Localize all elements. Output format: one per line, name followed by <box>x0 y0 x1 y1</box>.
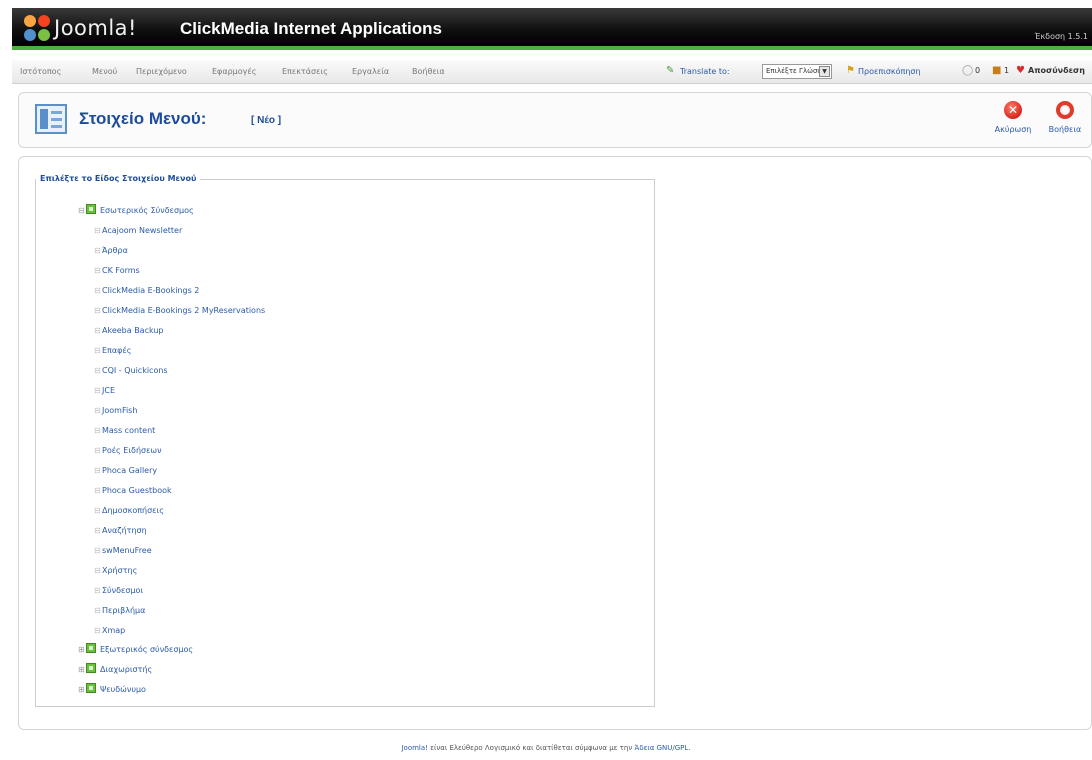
tree-node-internal-link[interactable]: ⊟ Εσωτερικός Σύνδεσμος <box>78 204 194 218</box>
tree-item[interactable]: ⊟ClickMedia E-Bookings 2 MyReservations <box>94 304 265 318</box>
menu-item-page-icon <box>35 104 67 134</box>
tree-item[interactable]: ⊟Phoca Guestbook <box>94 484 172 498</box>
tree-item[interactable]: ⊟JoomFish <box>94 404 137 418</box>
tree-node-external-link[interactable]: ⊞ Εξωτερικός σύνδεσμος <box>78 643 193 657</box>
logo-text: Joomla! <box>54 16 137 40</box>
footer-text: είναι Ελεύθερο Λογισμικό και διατίθεται … <box>430 744 633 752</box>
content-panel: Επιλέξτε το Είδος Στοιχείου Μενού ⊟ Εσωτε… <box>18 156 1092 730</box>
help-button[interactable]: Βοήθεια <box>1045 101 1085 143</box>
joomla-logo-icon <box>24 15 50 41</box>
node-icon: ⊟ <box>94 586 101 595</box>
messages-count[interactable]: 0 <box>975 66 980 75</box>
language-select-value: Επιλέξτε Γλώσσα <box>766 67 827 75</box>
node-icon: ⊟ <box>94 346 101 355</box>
node-icon: ⊟ <box>94 606 101 615</box>
folder-icon <box>86 663 96 673</box>
menu-item-tools[interactable]: Εργαλεία <box>352 67 389 76</box>
tree-item[interactable]: ⊟Phoca Gallery <box>94 464 157 478</box>
menu-item-extensions[interactable]: Επεκτάσεις <box>282 67 328 76</box>
collapse-icon[interactable]: ⊟ <box>78 204 86 218</box>
license-link[interactable]: Άδεια GNU/GPL. <box>634 744 690 752</box>
tree-item[interactable]: ⊟Mass content <box>94 424 155 438</box>
folder-icon <box>86 204 96 214</box>
main-menu-bar: Ιστότοπος Μενού Περιεχόμενο Εφαρμογές Επ… <box>12 60 1092 84</box>
node-icon: ⊟ <box>94 426 101 435</box>
tree-item[interactable]: ⊟Αναζήτηση <box>94 524 147 538</box>
node-icon: ⊟ <box>94 626 101 635</box>
tree-item[interactable]: ⊟Χρήστης <box>94 564 137 578</box>
tree-item[interactable]: ⊟Σύνδεσμοι <box>94 584 143 598</box>
tree-item[interactable]: ⊟Δημοσκοπήσεις <box>94 504 164 518</box>
node-icon: ⊟ <box>94 526 101 535</box>
chevron-down-icon[interactable]: ▼ <box>819 66 830 77</box>
folder-icon <box>86 643 96 653</box>
node-icon: ⊟ <box>94 386 101 395</box>
node-icon: ⊟ <box>94 446 101 455</box>
joomla-admin-window: Joomla! ClickMedia Internet Applications… <box>0 0 1092 760</box>
tree-item[interactable]: ⊟Ροές Ειδήσεων <box>94 444 162 458</box>
lifebuoy-icon <box>1056 101 1074 119</box>
menu-item-help[interactable]: Βοήθεια <box>412 67 445 76</box>
node-icon: ⊟ <box>94 546 101 555</box>
node-icon: ⊟ <box>94 486 101 495</box>
tree-item[interactable]: ⊟CK Forms <box>94 264 140 278</box>
node-icon: ⊟ <box>94 466 101 475</box>
cancel-icon: ✕ <box>1004 101 1022 119</box>
admin-header: Joomla! ClickMedia Internet Applications… <box>12 8 1092 50</box>
logout-icon: ♥ <box>1016 65 1025 76</box>
tree-item[interactable]: ⊟Επαφές <box>94 344 131 358</box>
joomla-link[interactable]: Joomla! <box>401 744 428 752</box>
tree-node-separator[interactable]: ⊞ Διαχωριστής <box>78 663 152 677</box>
messages-icon: ◯ <box>962 65 974 76</box>
version-label: Έκδοση 1.5.1 <box>1034 32 1088 41</box>
cancel-label: Ακύρωση <box>994 125 1032 134</box>
tree-item[interactable]: ⊟Περιβλήμα <box>94 604 145 618</box>
tree-item[interactable]: ⊟Akeeba Backup <box>94 324 164 338</box>
tree-item[interactable]: ⊟JCE <box>94 384 115 398</box>
menu-item-components[interactable]: Εφαρμογές <box>212 67 256 76</box>
tree-item[interactable]: ⊟ClickMedia E-Bookings 2 <box>94 284 199 298</box>
node-icon: ⊟ <box>94 286 101 295</box>
cancel-button[interactable]: ✕ Ακύρωση <box>993 101 1033 143</box>
folder-icon <box>86 683 96 693</box>
help-label: Βοήθεια <box>1048 125 1082 134</box>
preview-icon: ⚑ <box>846 65 855 76</box>
node-icon: ⊟ <box>94 406 101 415</box>
joomla-logo[interactable]: Joomla! <box>24 13 137 43</box>
node-icon: ⊟ <box>94 226 101 235</box>
node-icon: ⊟ <box>94 326 101 335</box>
node-icon: ⊟ <box>94 366 101 375</box>
users-count[interactable]: 1 <box>1004 66 1009 75</box>
preview-link[interactable]: Προεπισκόπηση <box>858 67 921 76</box>
language-select[interactable]: Επιλέξτε Γλώσσα ▼ <box>762 64 832 79</box>
site-name: ClickMedia Internet Applications <box>180 19 442 38</box>
tree-item[interactable]: ⊟Xmap <box>94 624 125 638</box>
translate-label: Translate to: <box>680 67 730 76</box>
node-icon: ⊟ <box>94 566 101 575</box>
node-icon: ⊟ <box>94 246 101 255</box>
node-icon: ⊟ <box>94 266 101 275</box>
tree-node-alias[interactable]: ⊞ Ψευδώνυμο <box>78 683 146 697</box>
expand-icon[interactable]: ⊞ <box>78 663 86 677</box>
expand-icon[interactable]: ⊞ <box>78 643 86 657</box>
users-icon: ■ <box>992 65 1002 76</box>
title-toolbar: Στοιχείο Μενού: [ Νέο ] ✕ Ακύρωση Βοήθει… <box>18 92 1092 148</box>
menu-item-menus[interactable]: Μενού <box>92 67 117 76</box>
footer: Joomla! είναι Ελεύθερο Λογισμικό και δια… <box>0 744 1092 752</box>
node-icon: ⊟ <box>94 306 101 315</box>
node-icon: ⊟ <box>94 506 101 515</box>
tree-item[interactable]: ⊟Acajoom Newsletter <box>94 224 182 238</box>
translate-icon: ✎ <box>666 65 675 76</box>
expand-icon[interactable]: ⊞ <box>78 683 86 697</box>
page-subtitle: [ Νέο ] <box>251 115 282 126</box>
menu-item-content[interactable]: Περιεχόμενο <box>136 67 187 76</box>
page-title: Στοιχείο Μενού: <box>79 109 207 128</box>
menu-type-fieldset: Επιλέξτε το Είδος Στοιχείου Μενού ⊟ Εσωτε… <box>35 174 655 707</box>
logout-link[interactable]: Αποσύνδεση <box>1028 66 1085 75</box>
menu-type-legend: Επιλέξτε το Είδος Στοιχείου Μενού <box>36 174 201 183</box>
tree-item[interactable]: ⊟Άρθρα <box>94 244 128 258</box>
menu-item-site[interactable]: Ιστότοπος <box>20 67 61 76</box>
tree-item[interactable]: ⊟CQI - Quickicons <box>94 364 168 378</box>
tree-item[interactable]: ⊟swMenuFree <box>94 544 152 558</box>
